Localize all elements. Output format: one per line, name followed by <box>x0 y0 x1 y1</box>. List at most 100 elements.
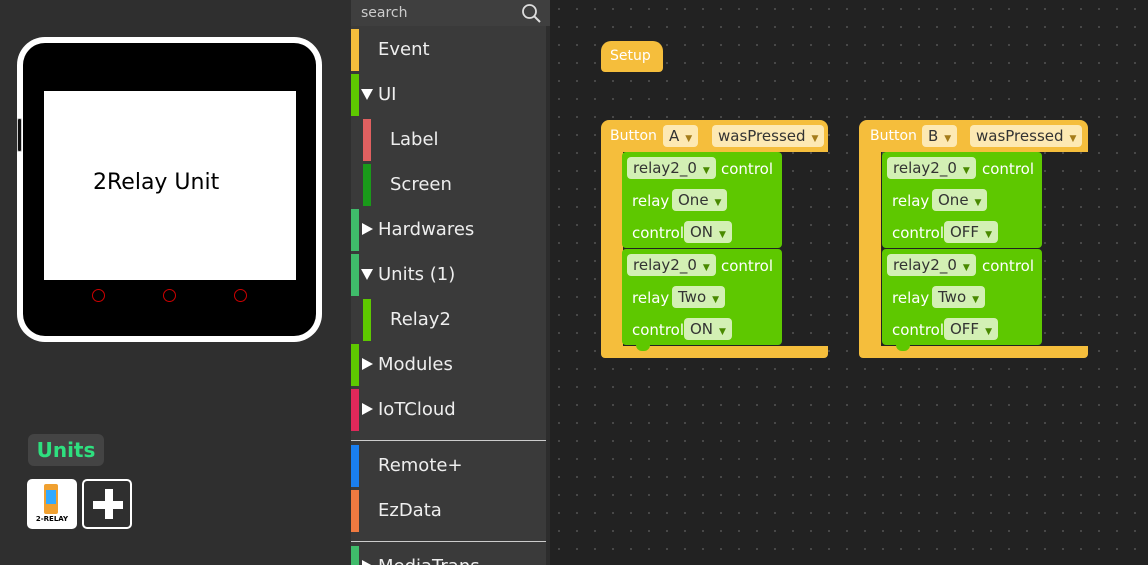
search-icon[interactable] <box>521 3 541 23</box>
expanded-triangle-icon <box>361 89 373 100</box>
relay-value: Two <box>678 288 707 306</box>
button-value: A <box>669 127 680 145</box>
button-select-dropdown[interactable]: B ▼ <box>922 125 958 147</box>
chevron-down-icon: ▼ <box>974 198 982 208</box>
collapsed-triangle-icon <box>362 403 373 415</box>
category-event[interactable]: Event <box>351 29 550 71</box>
toolbox-search[interactable]: search <box>351 0 550 26</box>
control-label: control <box>982 257 1034 275</box>
category-iotcloud[interactable]: IoTCloud <box>351 389 550 431</box>
unit-value: relay2_0 <box>893 159 957 177</box>
category-color-bar <box>351 546 359 565</box>
event-prefix: Button <box>610 128 657 144</box>
state-value: OFF <box>950 320 980 338</box>
state-select-dropdown[interactable]: OFF ▼ <box>944 221 998 243</box>
search-input[interactable]: search <box>361 5 408 21</box>
blockly-workspace[interactable]: Setup Button A ▼ wasPressed ▼ relay2_0 ▼ co… <box>550 0 1148 565</box>
action-value: wasPressed <box>976 127 1064 145</box>
category-label: Screen <box>390 174 452 195</box>
action-select-dropdown[interactable]: wasPressed ▼ <box>712 125 825 147</box>
state-select-dropdown[interactable]: OFF ▼ <box>944 318 998 340</box>
category-screen[interactable]: Screen <box>351 164 550 206</box>
relay-select-dropdown[interactable]: Two ▼ <box>672 286 726 308</box>
relay-control-block[interactable]: relay2_0 ▼ control relay One ▼ control OFF… <box>882 152 1042 248</box>
toolbox: search Event UI Label Screen Hardwares U… <box>351 0 550 565</box>
relay-control-block[interactable]: relay2_0 ▼ control relay One ▼ control ON ▼ <box>622 152 782 248</box>
unit-select-dropdown[interactable]: relay2_0 ▼ <box>887 254 976 276</box>
category-ezdata[interactable]: EzData <box>351 490 550 532</box>
relay2-unit-thumbnail[interactable]: 2-RELAY <box>27 479 77 529</box>
setup-block[interactable]: Setup <box>601 41 663 72</box>
state-label: control <box>892 224 944 242</box>
category-remote-plus[interactable]: Remote+ <box>351 445 550 487</box>
chevron-down-icon: ▼ <box>1069 134 1077 144</box>
category-label-widget[interactable]: Label <box>351 119 550 161</box>
event-block-foot <box>859 346 1088 358</box>
state-value: ON <box>690 223 714 241</box>
event-block-side <box>859 152 881 346</box>
category-color-bar <box>351 74 359 116</box>
unit-value: relay2_0 <box>893 256 957 274</box>
unit-select-dropdown[interactable]: relay2_0 ▼ <box>627 254 716 276</box>
unit-select-dropdown[interactable]: relay2_0 ▼ <box>887 157 976 179</box>
relay-control-block[interactable]: relay2_0 ▼ control relay Two ▼ control OFF… <box>882 249 1042 345</box>
state-select-dropdown[interactable]: ON ▼ <box>684 318 732 340</box>
relay-select-dropdown[interactable]: One ▼ <box>932 189 988 211</box>
relay-select-dropdown[interactable]: Two ▼ <box>932 286 986 308</box>
category-color-bar <box>351 389 359 431</box>
relay-control-block[interactable]: relay2_0 ▼ control relay Two ▼ control ON ▼ <box>622 249 782 345</box>
device-button-a <box>92 289 105 302</box>
state-label: control <box>632 224 684 242</box>
relay-label: relay <box>632 192 670 210</box>
category-color-bar <box>351 29 359 71</box>
category-mediatrans[interactable]: MediaTrans <box>351 546 550 565</box>
relay-select-dropdown[interactable]: One ▼ <box>672 189 728 211</box>
relay-value: One <box>938 191 969 209</box>
add-unit-button[interactable] <box>82 479 132 529</box>
category-hardwares[interactable]: Hardwares <box>351 209 550 251</box>
category-color-bar <box>351 209 359 251</box>
button-select-dropdown[interactable]: A ▼ <box>663 125 699 147</box>
category-units[interactable]: Units (1) <box>351 254 550 296</box>
setup-label: Setup <box>610 48 651 64</box>
button-event-block[interactable]: Button B ▼ wasPressed ▼ <box>859 120 1088 152</box>
state-select-dropdown[interactable]: ON ▼ <box>684 221 732 243</box>
unit-value: relay2_0 <box>633 159 697 177</box>
chevron-down-icon: ▼ <box>702 263 710 273</box>
state-label: control <box>632 321 684 339</box>
category-modules[interactable]: Modules <box>351 344 550 386</box>
category-label: EzData <box>378 500 442 521</box>
category-label: MediaTrans <box>378 556 480 565</box>
category-ui[interactable]: UI <box>351 74 550 116</box>
button-event-block[interactable]: Button A ▼ wasPressed ▼ <box>601 120 828 152</box>
chevron-down-icon: ▼ <box>985 230 992 240</box>
relay-label: relay <box>892 192 930 210</box>
category-label: IoTCloud <box>378 399 456 420</box>
control-label: control <box>721 160 773 178</box>
collapsed-triangle-icon <box>362 358 373 370</box>
control-label: control <box>982 160 1034 178</box>
chevron-down-icon: ▼ <box>714 198 722 208</box>
toolbox-separator <box>351 541 546 542</box>
category-label: Relay2 <box>390 309 451 330</box>
event-prefix: Button <box>870 128 917 144</box>
relay-value: Two <box>938 288 967 306</box>
chevron-down-icon: ▼ <box>685 134 693 144</box>
units-title: Units <box>28 434 104 466</box>
unit-select-dropdown[interactable]: relay2_0 ▼ <box>627 157 716 179</box>
relay-label: relay <box>892 289 930 307</box>
screen-label[interactable]: 2Relay Unit <box>93 170 219 195</box>
category-color-bar <box>351 490 359 532</box>
device-button-b <box>163 289 176 302</box>
chevron-down-icon: ▼ <box>962 166 970 176</box>
chevron-down-icon: ▼ <box>962 263 970 273</box>
collapsed-triangle-icon <box>362 560 373 565</box>
category-color-bar <box>363 164 371 206</box>
relay2-unit-icon <box>44 484 58 514</box>
category-color-bar <box>351 344 359 386</box>
chevron-down-icon: ▼ <box>712 295 720 305</box>
chevron-down-icon: ▼ <box>719 327 726 337</box>
category-relay2[interactable]: Relay2 <box>351 299 550 341</box>
action-select-dropdown[interactable]: wasPressed ▼ <box>970 125 1083 147</box>
chevron-down-icon: ▼ <box>702 166 710 176</box>
